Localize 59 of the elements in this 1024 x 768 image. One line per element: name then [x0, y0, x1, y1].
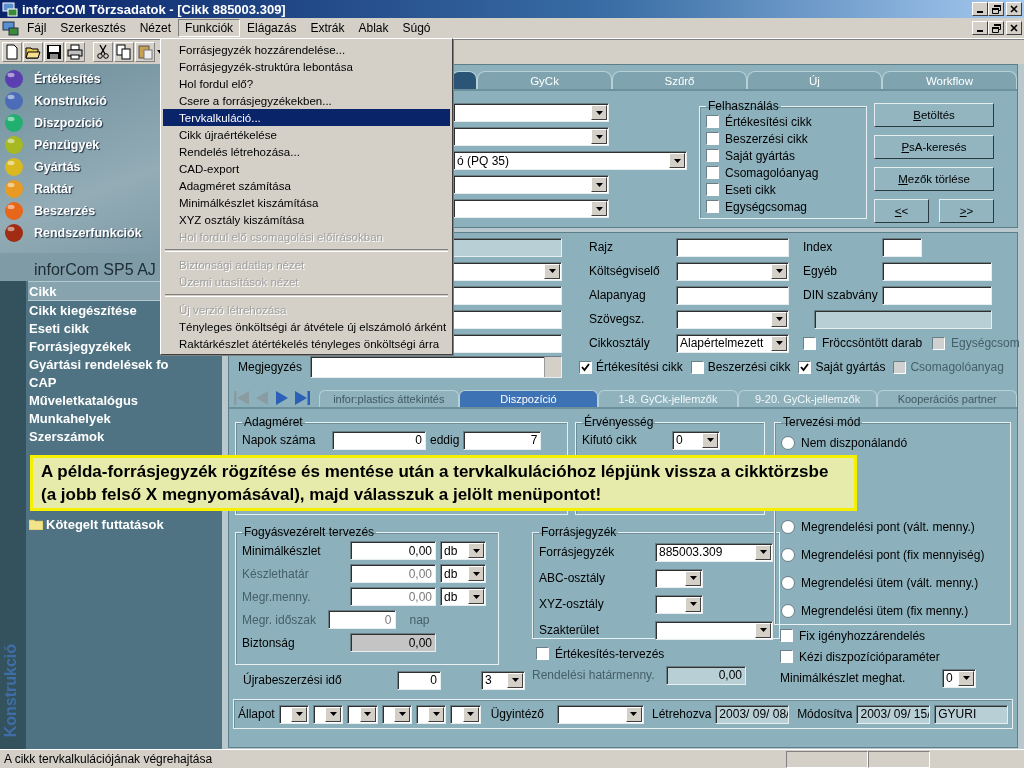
field-label: Kifutó cikk [582, 433, 638, 447]
checkbox-label: Fröccsöntött darab [822, 336, 923, 350]
checkbox-label: Csomagolóanyag [910, 360, 1004, 374]
field-label: Szövegsz. [589, 312, 646, 326]
checkbox-label: Egységcsom [951, 336, 1020, 350]
checkbox-label: Csomagolóanyag [725, 165, 819, 180]
field-label: Állapot [238, 707, 275, 721]
radio-label: Megrendelési pont (vált. menny.) [801, 520, 975, 534]
checkbox-label: Saját gyártás [815, 360, 886, 374]
radio-label: Megrendelési ütem (fix menny.) [801, 604, 969, 618]
field-label: Biztonság [242, 635, 296, 650]
field-label: ABC-osztály [539, 571, 607, 585]
checkbox-label: Értékesítés-tervezés [555, 646, 665, 661]
callout-text: A példa-forrásjegyzék rögzítése és mentése után a tervkalkulációhoz lépjünk vissza a cikktörzsbe (a jobb felső X megnyomásával), majd válasszuk a jelölt menüpontot! [30, 455, 857, 511]
radio-label: Nem diszponálandó [801, 436, 908, 450]
field-label: Megr. időszak [242, 612, 318, 627]
field-label: XYZ-osztály [539, 597, 605, 611]
field-label: Ügyintéző [490, 707, 546, 721]
field-label: Újrabeszerzési idő [243, 673, 343, 687]
group-title: Érvényesség [583, 415, 655, 429]
checkbox-label: Saját gyártás [725, 148, 796, 163]
field-label: Létrehozva [652, 707, 712, 721]
field-label: Módosítva [797, 707, 853, 721]
radio-label: Megrendelési ütem (vált. menny.) [801, 576, 979, 590]
field-label: Megr.menny. [242, 589, 312, 604]
field-label: Rendelési határmenny. [532, 668, 656, 682]
field-label: eddig [430, 433, 460, 447]
checkbox-label: Eseti cikk [725, 182, 776, 197]
field-label: Index [803, 240, 834, 254]
status-text: A cikk tervkalkulációjának végrehajtása [4, 752, 214, 766]
field-label: Költségviselő [589, 264, 661, 278]
checkbox-label: Beszerzési cikk [707, 360, 791, 374]
field-label: Egyéb [803, 264, 839, 278]
checkbox-label: Egységcsomag [725, 199, 808, 214]
group-title: Tervezési mód [782, 415, 862, 429]
checkbox-label: Fix igényhozzárendelés [799, 628, 926, 643]
field-label: Cikkosztály [589, 336, 651, 350]
field-label: Forrásjegyzék [539, 545, 616, 559]
field-label: Minimálkészlet [242, 543, 322, 558]
radio-label: Megrendelési pont (fix mennyiség) [801, 548, 985, 562]
module-label: Konstrukció [2, 643, 20, 737]
checkbox-label: Kézi diszpozícióparaméter [799, 649, 940, 664]
field-label: Alapanyag [589, 288, 647, 302]
field-label: Rajz [589, 240, 614, 254]
unit-label: nap [408, 612, 431, 627]
group-title: Adagméret [243, 415, 304, 429]
group-title: Fogyásvezérelt tervezés [243, 525, 376, 539]
window-title: infor:COM Törzsadatok - [Cikk 885003.309] [22, 1, 287, 17]
group-title: Forrásjegyzék [540, 525, 618, 539]
field-label: DIN szabvány [803, 288, 879, 302]
field-label: Minimálkészlet meghat. [780, 671, 907, 685]
field-label: Napok száma [242, 433, 317, 447]
field-label: Készlethatár [242, 566, 310, 581]
checkbox-label: Értékesítési cikk [596, 360, 683, 374]
field-label: Megjegyzés [238, 360, 304, 374]
field-label: Szakterület [539, 623, 601, 637]
checkbox-label: Értékesítési cikk [725, 114, 812, 129]
group-title: Felhasználás [707, 99, 780, 113]
checkbox-label: Beszerzési cikk [725, 131, 808, 146]
